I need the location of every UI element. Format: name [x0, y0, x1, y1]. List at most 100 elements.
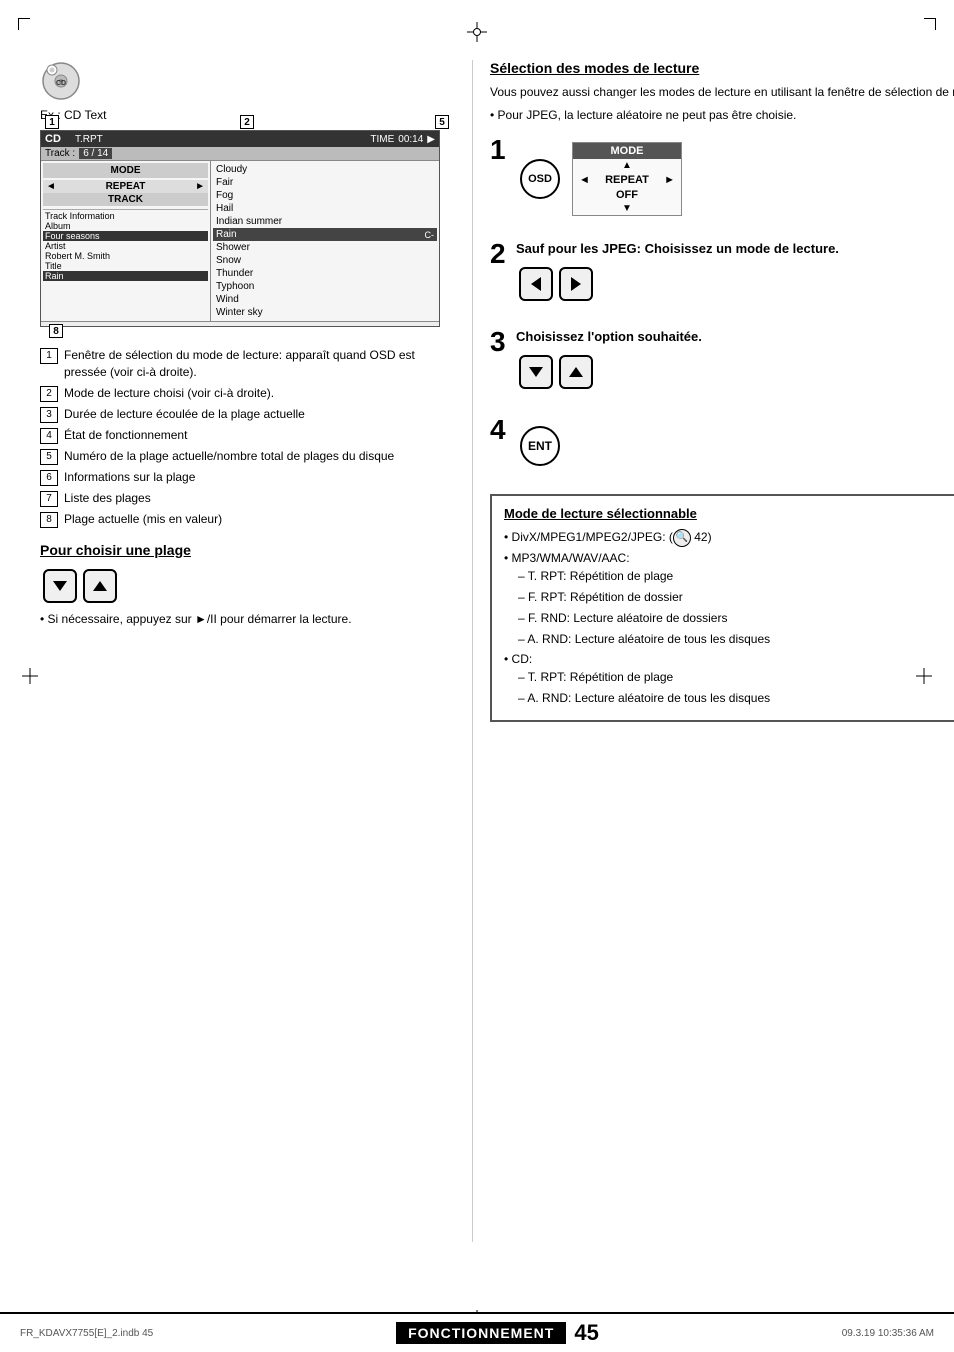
right-button[interactable] [559, 267, 593, 301]
cd-a-rnd: A. RND: Lecture aléatoire de tous les di… [518, 689, 954, 707]
mode-display-box: MODE ▲ ◄ REPEAT ► OFF ▼ [572, 142, 682, 216]
title-label: Title [43, 261, 208, 271]
cd-icon-area: CD [40, 60, 460, 102]
arrow-left: ◄ [46, 181, 56, 192]
mode-item-mp3: MP3/WMA/WAV/AAC: T. RPT: Répétition de p… [504, 550, 954, 648]
right-arrow-icon [571, 277, 581, 291]
track-fog: Fog [213, 189, 437, 202]
mode-display-title: MODE [573, 143, 681, 159]
pour-choisir-heading: Pour choisir une plage [40, 542, 460, 558]
cd-sub-list: T. RPT: Répétition de plage A. RND: Lect… [518, 668, 954, 707]
track-cloudy: Cloudy [213, 163, 437, 176]
step-3-block: 3 Choisissez l'option souhaitée. [490, 328, 954, 398]
item-text-6: Informations sur la plage [64, 469, 195, 486]
item-num-1: 1 [40, 348, 58, 364]
screen-diagram: 1 2 3 4 5 CD T.RPT TIME 00:14 ▶ Track : [40, 130, 440, 327]
down-arrow-icon [53, 581, 67, 591]
mode-arrow-right: ► [664, 174, 675, 186]
track-fair: Fair [213, 176, 437, 189]
fonctionnement-badge: FONCTIONNEMENT [396, 1322, 566, 1344]
down-button[interactable] [43, 569, 77, 603]
step-1-buttons: OSD MODE ▲ ◄ REPEAT ► OFF ▼ [516, 142, 954, 216]
up-button[interactable] [83, 569, 117, 603]
left-arrow-icon [531, 277, 541, 291]
screen-right-panel: Cloudy Fair Fog Hail Indian summer Rain … [211, 161, 439, 321]
list-item-8: 8 Plage actuelle (mis en valeur) [40, 511, 460, 528]
page-content: CD Ex.: CD Text 1 2 3 4 5 CD T.RPT [40, 60, 914, 1302]
mp3-f-rpt: F. RPT: Répétition de dossier [518, 588, 954, 606]
step-4-body: ENT [516, 416, 954, 476]
item-num-3: 3 [40, 407, 58, 423]
bottom-right-text: 09.3.19 10:35:36 AM [842, 1328, 934, 1339]
down-button-3[interactable] [519, 355, 553, 389]
track-info-section: Track Information Album Four seasons Art… [43, 209, 208, 281]
up-button-3[interactable] [559, 355, 593, 389]
ent-label: ENT [528, 439, 552, 453]
repeat-row: ◄ REPEAT ► [43, 180, 208, 193]
item-text-2: Mode de lecture choisi (voir ci-à droite… [64, 385, 274, 402]
screen-cd-label: CD [45, 133, 75, 145]
track-info-label: Track Information [43, 211, 208, 221]
search-icon: 🔍 [673, 529, 691, 547]
num-label-1: 1 [45, 115, 59, 129]
corner-mark-tl [18, 18, 30, 30]
four-seasons-label: Four seasons [43, 231, 208, 241]
num-label-8: 8 [49, 324, 63, 338]
bottom-right-area: FONCTIONNEMENT 45 [396, 1320, 599, 1346]
list-item-5: 5 Numéro de la plage actuelle/nombre tot… [40, 448, 460, 465]
mode-item-divx: DivX/MPEG1/MPEG2/JPEG: (🔍 42) [504, 529, 954, 547]
mode-label: MODE [43, 163, 208, 178]
step-4-buttons: ENT [516, 422, 954, 470]
artist-value: Robert M. Smith [43, 251, 208, 261]
nav-buttons-row [40, 566, 460, 606]
track-range: 6 / 14 [79, 148, 112, 159]
screen-time-value: 00:14 [398, 134, 423, 145]
step-1-block: 1 OSD MODE ▲ ◄ REPEAT ► [490, 136, 954, 222]
item-num-4: 4 [40, 428, 58, 444]
mode-select-title: Mode de lecture sélectionnable [504, 506, 954, 521]
track-indian-summer: Indian summer [213, 215, 437, 228]
step-2-num: 2 [490, 240, 516, 268]
osd-button[interactable]: OSD [520, 159, 560, 199]
ent-button[interactable]: ENT [520, 426, 560, 466]
track-rain: Rain C- [213, 228, 437, 241]
selection-intro: Vous pouvez aussi changer les modes de l… [490, 84, 954, 101]
list-item-7: 7 Liste des plages [40, 490, 460, 507]
numbered-list: 1 Fenêtre de sélection du mode de lectur… [40, 347, 460, 528]
screen-time-label: TIME [370, 134, 394, 145]
mode-select-list: DivX/MPEG1/MPEG2/JPEG: (🔍 42) MP3/WMA/WA… [504, 529, 954, 707]
step-3-text: Choisissez l'option souhaitée. [516, 328, 954, 346]
mode-item-cd: CD: T. RPT: Répétition de plage A. RND: … [504, 651, 954, 707]
bottom-bar: FR_KDAVX7755[E]_2.indb 45 FONCTIONNEMENT… [0, 1312, 954, 1352]
bottom-left-text: FR_KDAVX7755[E]_2.indb 45 [20, 1328, 153, 1339]
item-text-4: État de fonctionnement [64, 427, 187, 444]
step-2-block: 2 Sauf pour les JPEG: Choisissez un mode… [490, 240, 954, 310]
right-column: FRANÇAIS Sélection des modes de lecture … [490, 60, 954, 722]
screen-main-area: MODE ◄ REPEAT ► TRACK Track Information … [41, 161, 439, 321]
selection-bullets: Pour JPEG, la lecture aléatoire ne peut … [490, 107, 954, 124]
item-num-2: 2 [40, 386, 58, 402]
up-icon-3 [569, 367, 583, 377]
item-text-7: Liste des plages [64, 490, 151, 507]
mp3-sub-list: T. RPT: Répétition de plage F. RPT: Répé… [518, 567, 954, 648]
screen-top-bar: CD T.RPT TIME 00:14 ▶ [41, 131, 439, 147]
cd-icon: CD [40, 60, 82, 102]
screen-left-panel: MODE ◄ REPEAT ► TRACK Track Information … [41, 161, 211, 321]
repeat-label: REPEAT [106, 181, 146, 192]
mp3-a-rnd: A. RND: Lecture aléatoire de tous les di… [518, 630, 954, 648]
step-2-text: Sauf pour les JPEG: Choisissez un mode d… [516, 240, 954, 258]
selection-bullet-jpeg: Pour JPEG, la lecture aléatoire ne peut … [490, 107, 954, 124]
step-1-num: 1 [490, 136, 516, 164]
list-item-3: 3 Durée de lecture écoulée de la plage a… [40, 406, 460, 423]
left-button[interactable] [519, 267, 553, 301]
track-hail: Hail [213, 202, 437, 215]
pour-choisir-text: • Si nécessaire, appuyez sur ►/II pour d… [40, 612, 460, 626]
item-num-5: 5 [40, 449, 58, 465]
svg-text:CD: CD [56, 80, 66, 87]
screen-arrow-right: ▶ [427, 134, 435, 145]
off-label: OFF [573, 188, 681, 202]
cd-t-rpt: T. RPT: Répétition de plage [518, 668, 954, 686]
step-1-body: OSD MODE ▲ ◄ REPEAT ► OFF ▼ [516, 136, 954, 222]
step-4-num: 4 [490, 416, 516, 444]
mode-repeat-row: ◄ REPEAT ► [573, 172, 681, 188]
